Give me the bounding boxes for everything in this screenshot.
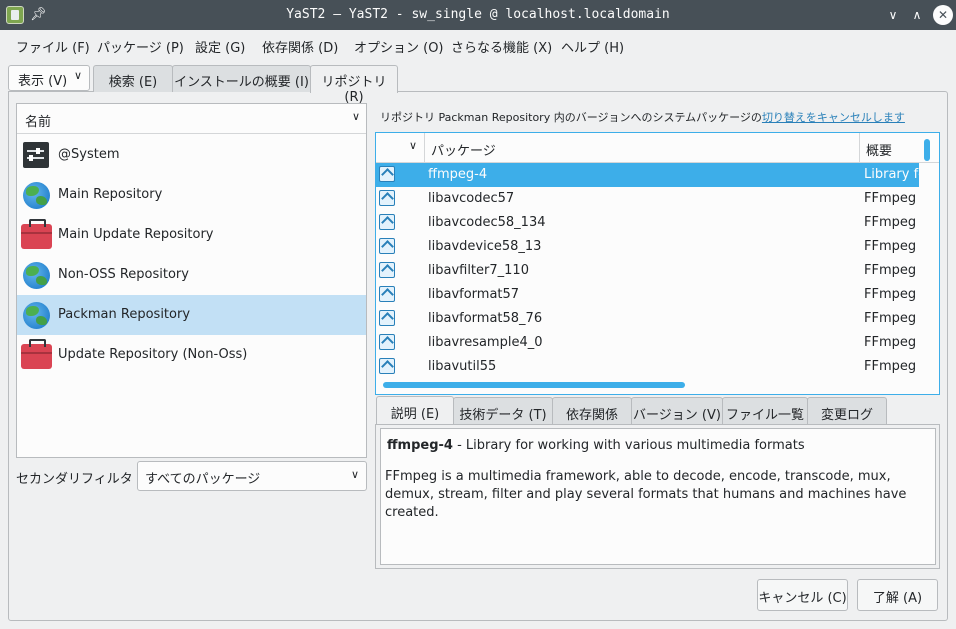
update-status-icon[interactable] — [379, 166, 395, 182]
tab-file-list[interactable]: ファイル一覧 — [722, 397, 808, 425]
table-row[interactable]: libavformat57 FFmpeg c — [376, 283, 919, 307]
update-status-icon[interactable] — [379, 190, 395, 206]
column-package[interactable]: パッケージ — [431, 140, 496, 159]
globe-icon — [23, 182, 50, 209]
column-summary[interactable]: 概要 — [866, 140, 892, 159]
table-row[interactable]: libavformat58_76 FFmpeg c — [376, 307, 919, 331]
menu-extras[interactable]: さらなる機能 (X) — [451, 37, 552, 56]
vertical-scrollbar[interactable] — [924, 139, 930, 161]
package-description: ffmpeg-4 - Library for working with vari… — [380, 428, 936, 565]
update-status-icon[interactable] — [379, 238, 395, 254]
tab-repositories[interactable]: リポジトリ (R) — [310, 65, 398, 105]
repository-list-header[interactable]: 名前 ∨ — [17, 104, 366, 134]
repository-list[interactable]: 名前 ∨ @System Main Repository Main Update… — [16, 103, 367, 458]
tab-installation-summary[interactable]: インストールの概要 (I) — [172, 65, 311, 92]
secondary-filter-value: すべてのパッケージ — [145, 472, 261, 487]
package-table-header: ∨ パッケージ 概要 — [376, 133, 939, 163]
column-separator — [424, 133, 425, 163]
update-status-icon[interactable] — [379, 310, 395, 326]
secondary-filter-combo[interactable]: すべてのパッケージ ∨ — [137, 461, 367, 491]
minimize-icon[interactable]: ∨ — [884, 6, 902, 24]
menu-bar: ファイル (F) パッケージ (P) 設定 (G) 依存関係 (D) オプション… — [0, 30, 956, 60]
menu-settings[interactable]: 設定 (G) — [195, 37, 245, 56]
chevron-down-icon: ∨ — [73, 69, 82, 82]
table-row[interactable]: ffmpeg-4 Library for — [376, 163, 919, 187]
globe-icon — [23, 262, 50, 289]
title-bar: 📌︎ YaST2 — YaST2 - sw_single @ localhost… — [0, 0, 956, 30]
repo-item-packman[interactable]: Packman Repository — [17, 295, 366, 335]
repo-item-system[interactable]: @System — [17, 135, 366, 175]
toolbox-icon — [21, 219, 52, 249]
info-text: リポジトリ Packman Repository 内のバージョンへのシステムパッ… — [380, 111, 762, 124]
close-icon[interactable]: ✕ — [933, 5, 953, 25]
repo-item-main-update[interactable]: Main Update Repository — [17, 215, 366, 255]
table-row[interactable]: libavdevice58_13 FFmpeg d — [376, 235, 919, 259]
cancel-switch-link[interactable]: 切り替えをキャンセルします — [762, 111, 905, 124]
system-icon — [23, 142, 49, 168]
description-package-name: ffmpeg-4 — [387, 438, 453, 453]
column-separator — [859, 133, 860, 163]
update-status-icon[interactable] — [379, 214, 395, 230]
cancel-button[interactable]: キャンセル (C) — [757, 579, 848, 611]
chevron-down-icon[interactable]: ∨ — [409, 139, 417, 152]
tab-versions[interactable]: バージョン (V) — [631, 397, 723, 425]
horizontal-scrollbar[interactable] — [383, 382, 685, 388]
repo-item-update-non-oss[interactable]: Update Repository (Non-Oss) — [17, 335, 366, 375]
update-status-icon[interactable] — [379, 286, 395, 302]
globe-icon — [23, 302, 50, 329]
tab-technical-data[interactable]: 技術データ (T) — [453, 397, 553, 425]
tab-search[interactable]: 検索 (E) — [93, 65, 173, 92]
description-body: FFmpeg is a multimedia framework, able t… — [385, 469, 907, 520]
description-title: ffmpeg-4 - Library for working with vari… — [387, 438, 805, 453]
table-row[interactable]: libavutil55 FFmpeg u — [376, 355, 919, 379]
tab-description[interactable]: 説明 (E) — [376, 396, 454, 426]
view-combo[interactable]: 表示 (V) ∨ — [8, 65, 90, 91]
menu-help[interactable]: ヘルプ (H) — [561, 37, 624, 56]
window-title: YaST2 — YaST2 - sw_single @ localhost.lo… — [286, 7, 670, 22]
maximize-icon[interactable]: ∧ — [908, 6, 926, 24]
view-combo-label: 表示 (V) — [18, 74, 68, 89]
menu-options[interactable]: オプション (O) — [354, 37, 444, 56]
update-status-icon[interactable] — [379, 334, 395, 350]
column-name-label: 名前 — [25, 115, 52, 130]
repo-item-main[interactable]: Main Repository — [17, 175, 366, 215]
chevron-down-icon: ∨ — [351, 110, 360, 123]
ok-button[interactable]: 了解 (A) — [857, 579, 938, 611]
table-row[interactable]: libavcodec58_134 FFmpeg c — [376, 211, 919, 235]
update-status-icon[interactable] — [379, 358, 395, 374]
update-status-icon[interactable] — [379, 262, 395, 278]
table-row[interactable]: libavcodec57 FFmpeg c — [376, 187, 919, 211]
menu-package[interactable]: パッケージ (P) — [97, 37, 184, 56]
menu-dependencies[interactable]: 依存関係 (D) — [262, 37, 338, 56]
description-summary: - Library for working with various multi… — [452, 438, 805, 453]
table-row[interactable]: libavfilter7_110 FFmpeg a — [376, 259, 919, 283]
table-row[interactable]: libavresample4_0 FFmpeg a — [376, 331, 919, 355]
tab-dependencies[interactable]: 依存関係 — [552, 397, 632, 425]
repository-switch-info: リポジトリ Packman Repository 内のバージョンへのシステムパッ… — [380, 109, 905, 125]
package-table[interactable]: ∨ パッケージ 概要 ffmpeg-4 Library for libavcod… — [375, 132, 940, 395]
menu-file[interactable]: ファイル (F) — [16, 37, 90, 56]
chevron-down-icon: ∨ — [350, 468, 359, 481]
repo-item-non-oss[interactable]: Non-OSS Repository — [17, 255, 366, 295]
tab-changelog[interactable]: 変更ログ — [807, 397, 887, 425]
toolbox-icon — [21, 339, 52, 369]
